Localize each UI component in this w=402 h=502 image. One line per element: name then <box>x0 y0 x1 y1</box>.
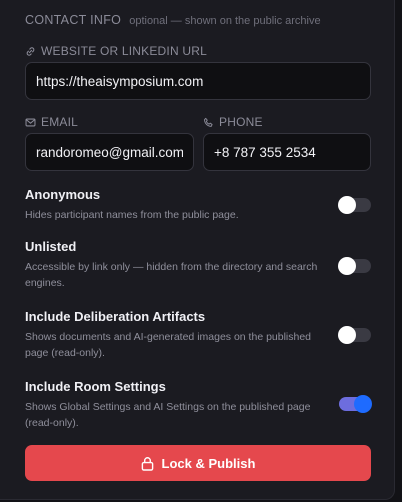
setting-unlisted: Unlisted Accessible by link only — hidde… <box>25 239 375 291</box>
phone-input[interactable] <box>203 133 371 171</box>
toggle-knob <box>338 326 356 344</box>
deliberation-artifacts-toggle[interactable] <box>338 326 371 344</box>
lock-publish-label: Lock & Publish <box>161 455 256 471</box>
lock-publish-button[interactable]: Lock & Publish <box>25 445 371 481</box>
contact-info-title: CONTACT INFO <box>25 13 122 27</box>
email-input[interactable] <box>25 133 194 171</box>
setting-description: Shows documents and AI-generated images … <box>25 331 312 359</box>
toggle-knob <box>354 395 372 413</box>
contact-info-note: optional — shown on the public archive <box>129 15 321 27</box>
setting-anonymous: Anonymous Hides participant names from t… <box>25 187 375 223</box>
room-settings-toggle[interactable] <box>339 395 372 413</box>
link-icon <box>26 46 35 56</box>
phone-label-text: PHONE <box>219 115 263 129</box>
setting-description: Hides participant names from the public … <box>25 209 239 221</box>
anonymous-toggle[interactable] <box>338 196 371 214</box>
email-label-text: EMAIL <box>41 115 79 129</box>
setting-description: Shows Global Settings and AI Settings on… <box>25 401 311 429</box>
email-label: EMAIL <box>25 115 78 129</box>
setting-title: Include Room Settings <box>25 379 166 394</box>
setting-title: Unlisted <box>25 239 77 254</box>
toggle-knob <box>338 196 356 214</box>
toggle-knob <box>338 257 356 275</box>
setting-room-settings: Include Room Settings Shows Global Setti… <box>25 379 375 431</box>
website-label-text: WEBSITE OR LINKEDIN URL <box>41 44 207 58</box>
lock-icon <box>141 456 153 471</box>
setting-description: Accessible by link only — hidden from th… <box>25 261 318 289</box>
setting-deliberation-artifacts: Include Deliberation Artifacts Shows doc… <box>25 309 375 361</box>
mail-icon <box>25 118 36 126</box>
setting-title: Include Deliberation Artifacts <box>25 309 206 324</box>
website-label: WEBSITE OR LINKEDIN URL <box>25 44 207 58</box>
setting-title: Anonymous <box>25 187 101 202</box>
phone-label: PHONE <box>203 115 263 129</box>
phone-icon <box>204 117 213 127</box>
unlisted-toggle[interactable] <box>338 257 371 275</box>
contact-info-header: CONTACT INFO optional — shown on the pub… <box>25 13 321 27</box>
publish-panel: CONTACT INFO optional — shown on the pub… <box>0 0 395 500</box>
website-input[interactable] <box>25 62 371 100</box>
